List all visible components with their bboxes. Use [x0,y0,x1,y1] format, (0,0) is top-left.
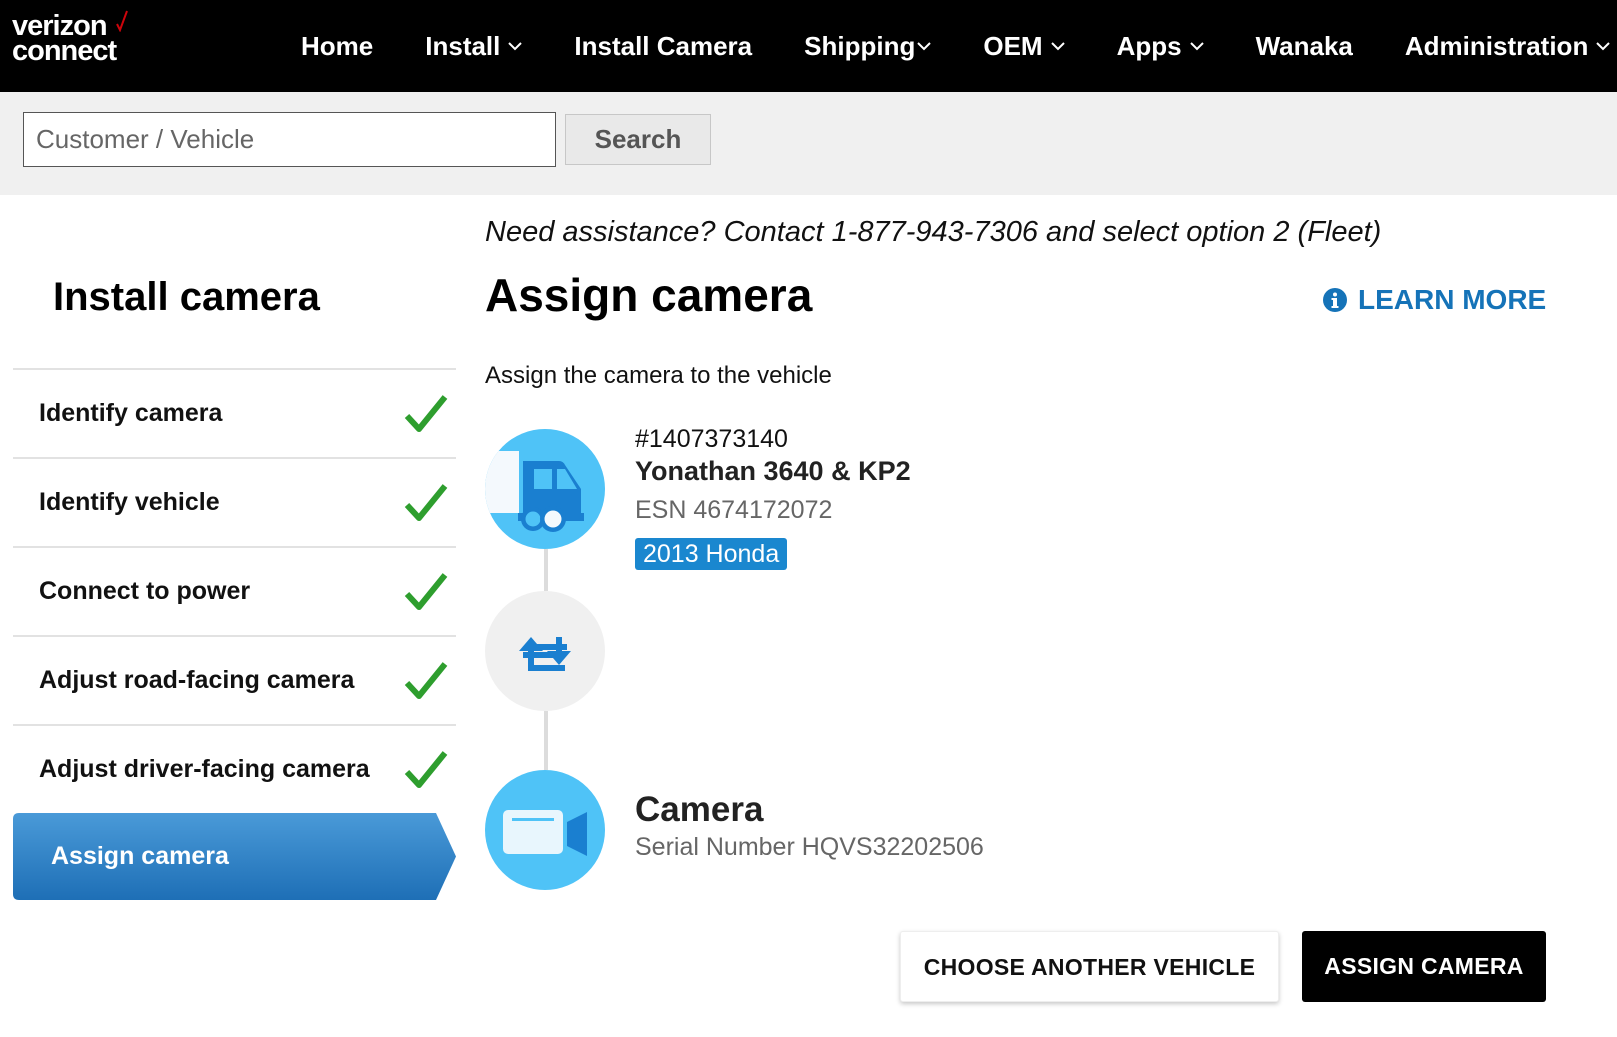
nav-install-label: Install [425,30,501,61]
page-title: Assign camera [485,269,813,321]
nav-home-label: Home [301,30,374,61]
vehicle-model-badge: 2013 Honda [635,538,788,570]
step-adjust-driver-facing-camera[interactable]: Adjust driver-facing camera [13,724,456,813]
step-identify-camera[interactable]: Identify camera [13,368,456,457]
nav-apps-label: Apps [1116,30,1182,61]
nav-oem-label: OEM [983,30,1043,61]
info-icon [1323,288,1347,312]
assign-subtitle: Assign the camera to the vehicle [485,362,832,389]
step-identify-vehicle[interactable]: Identify vehicle [13,457,456,546]
nav-administration[interactable]: Administration [1404,30,1611,62]
vehicle-name: Yonathan 3640 & KP2 [635,456,911,486]
check-icon [404,662,448,699]
chevron-down-icon [917,41,932,50]
flow-connector [544,549,548,591]
nav-administration-label: Administration [1404,30,1589,61]
top-navigation-bar: verizon connect Home Install Install Cam… [0,0,1617,92]
step-label: Adjust road-facing camera [39,666,355,694]
customer-vehicle-search-input[interactable] [23,112,556,167]
verizon-connect-logo[interactable]: verizon connect [12,10,128,67]
truck-icon [485,451,584,532]
step-connect-to-power[interactable]: Connect to power [13,546,456,635]
check-icon [404,573,448,610]
vehicle-avatar [485,429,605,549]
chevron-down-icon [1050,41,1065,50]
learn-more-link[interactable]: LEARN MORE [1322,284,1546,316]
step-adjust-road-facing-camera[interactable]: Adjust road-facing camera [13,635,456,724]
chevron-down-icon [1596,41,1611,50]
main-menu: Home Install Install Camera Shipping OEM… [301,0,1611,92]
logo-check-icon [116,10,128,32]
nav-install-camera[interactable]: Install Camera [574,31,752,62]
step-label: Connect to power [39,577,251,605]
step-assign-camera-active[interactable]: Assign camera [13,813,456,900]
assign-swap-indicator [485,591,605,711]
check-icon [404,484,448,521]
nav-home[interactable]: Home [301,31,373,62]
flow-connector [544,711,548,770]
vehicle-number: #1407373140 [635,425,788,453]
nav-wanaka-label: Wanaka [1255,30,1353,61]
active-step-label: Assign camera [51,842,229,870]
learn-more-label: LEARN MORE [1358,284,1547,315]
sidebar-title: Install camera [53,275,320,319]
camera-icon [503,810,587,856]
install-steps-list: Identify camera Identify vehicle Connect… [13,368,456,813]
nav-install-camera-label: Install Camera [574,30,753,61]
nav-shipping[interactable]: Shipping [804,30,932,62]
logo-line-2: connect [12,35,117,67]
chevron-down-icon [1189,41,1204,50]
step-label: Adjust driver-facing camera [39,755,370,783]
check-icon [404,395,448,432]
check-icon [404,751,448,788]
step-label: Identify camera [39,399,223,427]
nav-shipping-label: Shipping [804,30,916,61]
camera-avatar [485,770,605,890]
nav-apps[interactable]: Apps [1117,31,1204,62]
search-button[interactable]: Search [565,114,711,165]
nav-wanaka[interactable]: Wanaka [1256,31,1353,62]
step-label: Identify vehicle [39,488,220,516]
camera-serial-number: Serial Number HQVS32202506 [635,833,984,861]
swap-icon [519,637,571,671]
chevron-down-icon [508,41,523,50]
assistance-text: Need assistance? Contact 1-877-943-7306 … [485,216,1382,248]
assign-camera-button[interactable]: ASSIGN CAMERA [1302,931,1546,1002]
choose-another-vehicle-button[interactable]: CHOOSE ANOTHER VEHICLE [900,931,1279,1002]
nav-oem[interactable]: OEM [983,30,1065,62]
camera-title: Camera [635,790,764,829]
nav-install[interactable]: Install [425,30,523,62]
vehicle-esn: ESN 4674172072 [635,496,833,524]
